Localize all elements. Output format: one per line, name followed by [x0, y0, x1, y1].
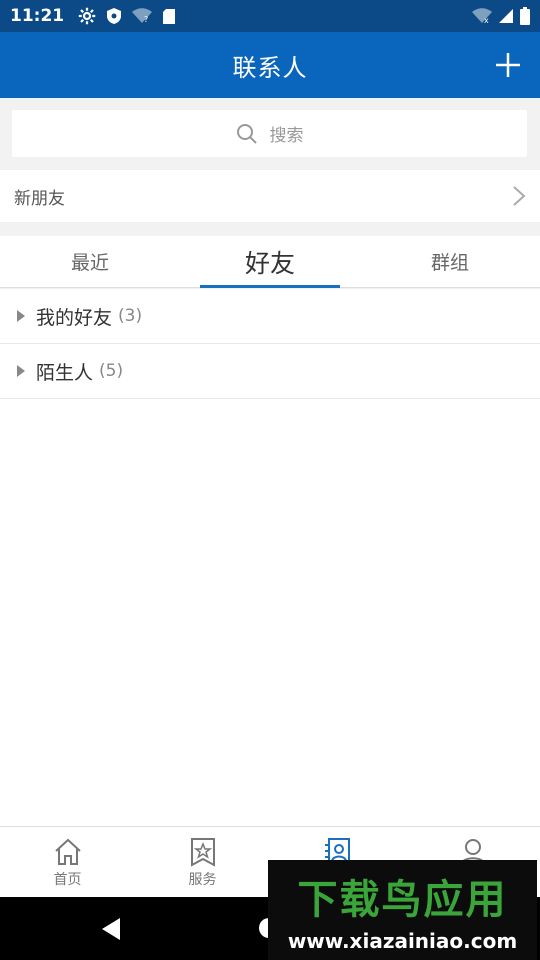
search-placeholder: 搜索 — [269, 126, 304, 146]
group-row-my-friends[interactable]: 我的好友 (3) — [0, 289, 540, 344]
signal-icon — [498, 8, 514, 24]
nav-services-label: 服务 — [188, 872, 217, 888]
sd-card-icon — [162, 8, 176, 25]
group-row-strangers[interactable]: 陌生人 (5) — [0, 344, 540, 399]
new-friends-label: 新朋友 — [14, 188, 65, 209]
friend-group-list: 我的好友 (3) 陌生人 (5) — [0, 289, 540, 826]
home-icon — [54, 838, 81, 865]
app-bar: 联系人 — [0, 32, 540, 98]
battery-icon — [520, 7, 530, 25]
back-triangle-icon — [102, 918, 120, 940]
system-back-button[interactable] — [100, 917, 122, 945]
nav-home[interactable]: 首页 — [0, 827, 135, 897]
tab-recent[interactable]: 最近 — [0, 236, 180, 287]
nav-home-label: 首页 — [53, 872, 82, 888]
group-count: (5) — [99, 361, 124, 381]
tab-friends[interactable]: 好友 — [180, 236, 360, 288]
expand-triangle-icon — [17, 365, 25, 377]
search-input[interactable]: 搜索 — [12, 110, 527, 157]
watermark-url: www.xiazainiao.com — [287, 929, 518, 953]
plus-icon — [496, 53, 520, 77]
svg-text:x: x — [484, 16, 489, 24]
shield-icon — [106, 7, 122, 25]
group-count: (3) — [118, 306, 143, 326]
svg-text:?: ? — [144, 15, 148, 24]
bookmark-star-icon — [190, 838, 215, 867]
status-right-icons: x — [472, 7, 530, 25]
watermark-overlay: 下载鸟应用 www.xiazainiao.com — [268, 860, 537, 960]
expand-triangle-icon — [17, 310, 25, 322]
status-time: 11:21 — [10, 6, 65, 26]
watermark-logo: 下载鸟应用 — [297, 877, 508, 923]
wifi-question-icon: ? — [132, 8, 153, 24]
page-title: 联系人 — [232, 53, 308, 82]
wifi-icon: x — [472, 8, 492, 24]
status-left-icons: ? — [78, 7, 176, 25]
nav-services[interactable]: 服务 — [135, 827, 270, 897]
tab-groups[interactable]: 群组 — [360, 236, 540, 287]
group-name: 陌生人 — [36, 361, 94, 384]
status-bar: 11:21 ? x — [0, 0, 540, 32]
search-icon — [236, 123, 257, 144]
add-contact-button[interactable] — [492, 49, 524, 81]
settings-gear-icon — [78, 7, 96, 25]
chevron-right-icon — [513, 186, 526, 206]
group-name: 我的好友 — [36, 306, 113, 329]
new-friends-row[interactable]: 新朋友 — [0, 170, 540, 222]
search-area: 搜索 — [0, 98, 540, 170]
contact-tabs: 最近 好友 群组 — [0, 236, 540, 288]
